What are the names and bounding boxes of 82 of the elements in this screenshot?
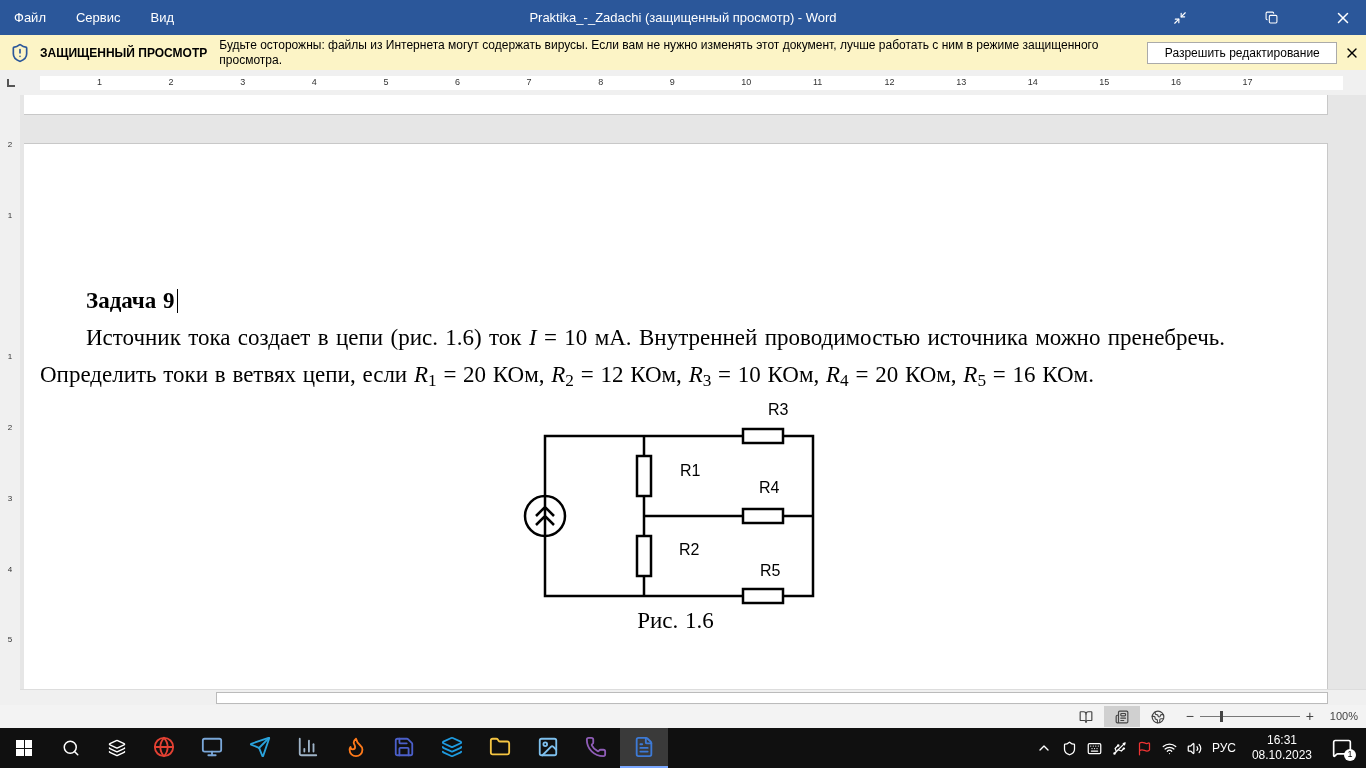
clock-date: 08.10.2023 <box>1251 748 1312 763</box>
ruler-number: 1 <box>7 209 13 222</box>
ruler-number: 11 <box>812 75 824 89</box>
ruler-number: 8 <box>598 75 605 89</box>
ruler-number: 4 <box>311 75 318 89</box>
resistor-label: R3 <box>767 401 788 418</box>
window-title: Praktika_-_Zadachi (защищенный просмотр) - Word <box>528 8 838 27</box>
shield-icon[interactable] <box>1061 740 1077 756</box>
page-layout-icon <box>1114 709 1129 724</box>
volume-icon[interactable] <box>1186 740 1202 756</box>
page-layout-button[interactable] <box>1103 706 1140 727</box>
ruler-number: 2 <box>168 75 175 89</box>
ruler-number: 13 <box>956 75 968 89</box>
resistor-label: R1 <box>679 462 700 479</box>
resistor-label: R4 <box>758 479 779 496</box>
zoom-in-button[interactable]: + <box>1303 706 1316 727</box>
menu-item[interactable]: Сервис <box>75 7 121 28</box>
task-view-icon[interactable] <box>108 739 126 757</box>
zoom-out-button[interactable]: − <box>1183 706 1196 727</box>
monitor-icon <box>201 736 223 758</box>
image-icon <box>537 736 559 758</box>
globe-icon <box>153 736 175 758</box>
resistor-label: R5 <box>759 562 780 579</box>
task-text: Источник тока создает в цепи (рис. 1.6) ток I = 10 мА. Внутренней проводимостью источника можно пренебречь. Определить токи в ветвях цепи, если R$_{1}$ = 20 КОм, R$_{2}$ = 12 КОм, R$_{3}$ = 10 КОм, R$_{4}$ = 20 КОм, R$_{5}$ = 16 КОм. <box>40 324 1225 393</box>
send-icon <box>249 736 271 758</box>
search-icon[interactable] <box>62 739 80 757</box>
ruler-number: 5 <box>7 634 13 647</box>
windows-icon[interactable] <box>16 740 32 756</box>
horizontal-scrollbar[interactable] <box>20 689 1366 705</box>
document-icon <box>633 736 655 758</box>
ruler-number: 12 <box>884 75 896 89</box>
flag-icon[interactable] <box>1136 740 1152 756</box>
ruler-number: 4 <box>7 563 13 576</box>
text-cursor <box>176 288 178 313</box>
ruler-number: 3 <box>240 75 247 89</box>
web-layout-icon <box>1150 709 1165 724</box>
ruler-number: 9 <box>669 75 676 89</box>
tab-selector[interactable] <box>7 78 15 87</box>
shield-icon <box>10 42 30 63</box>
layers-icon <box>441 736 463 758</box>
clock-time: 16:31 <box>1266 733 1297 748</box>
enable-editing-button[interactable]: Разрешить редактирование <box>1147 41 1338 64</box>
floppy-icon <box>393 736 415 758</box>
ruler-number: 17 <box>1242 75 1254 89</box>
wifi-icon[interactable] <box>1161 740 1177 756</box>
zoom-level[interactable]: 100% <box>1329 708 1358 725</box>
figure-caption: Рис. 1.6 <box>637 609 714 633</box>
menu-item[interactable]: Вид <box>150 7 175 28</box>
ruler-number: 14 <box>1027 75 1039 89</box>
ruler-number: 2 <box>7 139 13 151</box>
focus-mode-icon[interactable] <box>1173 10 1187 25</box>
zoom-slider[interactable] <box>1199 710 1300 723</box>
protected-view-label: ЗАЩИЩЕННЫЙ ПРОСМОТР <box>40 44 208 62</box>
book-icon <box>1078 709 1093 724</box>
usb-icon[interactable] <box>1111 740 1127 756</box>
zoom-slider-thumb[interactable] <box>1219 711 1223 722</box>
resistor-label: R2 <box>678 541 699 558</box>
chart-icon <box>297 736 319 758</box>
scrollbar-thumb[interactable] <box>216 691 1328 704</box>
phone-icon <box>585 736 607 758</box>
ruler-number: 7 <box>526 75 533 89</box>
protected-view-message: Будьте осторожны: файлы из Интернета могут содержать вирусы. Если вам не нужно изменять этот документ, лучше работать с ним в режиме защищенного просмотра. <box>219 37 1100 68</box>
ruler-number: 1 <box>97 75 103 89</box>
ruler-number: 2 <box>7 422 13 434</box>
language-indicator[interactable]: РУС <box>1211 739 1236 757</box>
notification-count: 1 <box>1344 749 1356 761</box>
ruler-number: 6 <box>454 75 461 89</box>
keyboard-icon[interactable] <box>1086 740 1102 756</box>
menu-item[interactable]: Файл <box>14 7 46 28</box>
restore-icon[interactable] <box>1265 11 1278 24</box>
ruler-number: 3 <box>7 492 13 505</box>
notifications-button[interactable]: 1 <box>1332 738 1352 758</box>
folder-icon <box>489 736 511 758</box>
taskbar-app[interactable] <box>620 728 668 768</box>
ruler-number: 10 <box>741 75 753 89</box>
clock[interactable]: 16:31 08.10.2023 <box>1251 733 1312 763</box>
ruler-number: 15 <box>1099 75 1111 89</box>
ruler-number: 16 <box>1170 75 1182 89</box>
message-icon <box>1332 738 1352 758</box>
ruler-number: 1 <box>7 351 13 364</box>
task-heading: Задача 9 <box>86 287 175 315</box>
ruler-number: 5 <box>383 75 390 89</box>
